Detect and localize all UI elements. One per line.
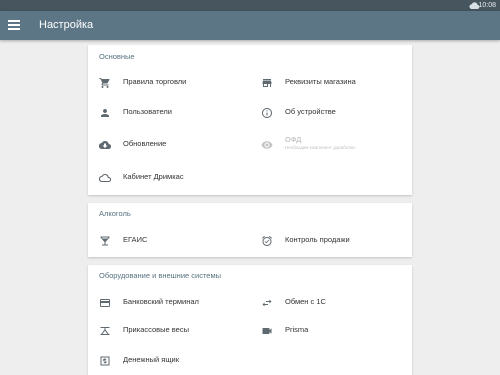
settings-item-users[interactable]: Пользователи (99, 104, 249, 124)
cloud-download-icon (99, 141, 111, 150)
status-time: 10:08 (478, 2, 496, 9)
section-title: Алкоголь (99, 209, 131, 218)
info-icon (262, 108, 272, 118)
settings-item-ofd[interactable]: ОФД Необходим компонент доработки (261, 132, 411, 152)
glass-icon (100, 236, 110, 246)
settings-item-cash-drawer[interactable]: Денежный ящик (99, 352, 249, 372)
settings-item-dreamkas-account[interactable]: Кабинет Дримкас (99, 169, 249, 189)
person-icon (101, 109, 109, 117)
menu-icon[interactable] (7, 18, 21, 32)
alarm-clock-icon (262, 235, 272, 246)
item-label: ЕГАИС (123, 235, 148, 244)
page-title: Настройка (39, 19, 94, 31)
store-icon (262, 79, 272, 87)
section-title: Основные (99, 52, 135, 61)
settings-item-trade-rules[interactable]: Правила торговли (99, 74, 249, 94)
app-bar: Настройка (0, 11, 500, 40)
settings-item-bank-terminal[interactable]: Банковский терминал (99, 294, 249, 314)
item-label: Пользователи (123, 107, 172, 116)
eye-icon (261, 141, 273, 149)
item-label: Контроль продажи (285, 235, 350, 244)
section-basic: Основные Правила торговли Реквизиты мага… (88, 45, 412, 195)
section-alcohol: Алкоголь ЕГАИС Контроль продажи (88, 203, 412, 257)
credit-card-icon (100, 299, 110, 307)
item-label: Кабинет Дримкас (123, 172, 184, 181)
item-label: Реквизиты магазина (285, 77, 356, 86)
settings-item-prisma[interactable]: Prisma (261, 322, 411, 342)
item-label: Правила торговли (123, 77, 187, 86)
item-label: Банковский терминал (123, 297, 199, 306)
item-label: Денежный ящик (123, 355, 180, 364)
cart-icon (99, 78, 110, 88)
settings-item-1c-exchange[interactable]: Обмен с 1С (261, 294, 411, 314)
cash-drawer-icon (100, 356, 110, 366)
settings-item-checkout-scales[interactable]: Прикассовые весы (99, 322, 249, 342)
settings-item-update[interactable]: Обновление (99, 136, 249, 156)
item-label: ОФД (285, 135, 302, 144)
item-sublabel: Необходим компонент доработки (285, 145, 355, 150)
item-label: Прикассовые весы (123, 325, 189, 334)
section-equipment: Оборудование и внешние системы Банковски… (88, 265, 412, 375)
cloud-outline-icon (99, 174, 111, 183)
item-label: Prisma (285, 325, 309, 334)
item-label: Об устройстве (285, 107, 336, 116)
item-label: Обмен с 1С (285, 297, 326, 306)
settings-item-sale-control[interactable]: Контроль продажи (261, 232, 411, 252)
item-label: Обновление (123, 139, 167, 148)
settings-item-store-details[interactable]: Реквизиты магазина (261, 74, 411, 94)
status-bar: 10:08 (0, 0, 500, 11)
section-title: Оборудование и внешние системы (99, 271, 222, 280)
settings-item-about-device[interactable]: Об устройстве (261, 104, 411, 124)
swap-icon (262, 299, 272, 307)
scale-icon (100, 327, 110, 335)
video-camera-icon (262, 328, 272, 334)
settings-item-egais[interactable]: ЕГАИС (99, 232, 249, 252)
